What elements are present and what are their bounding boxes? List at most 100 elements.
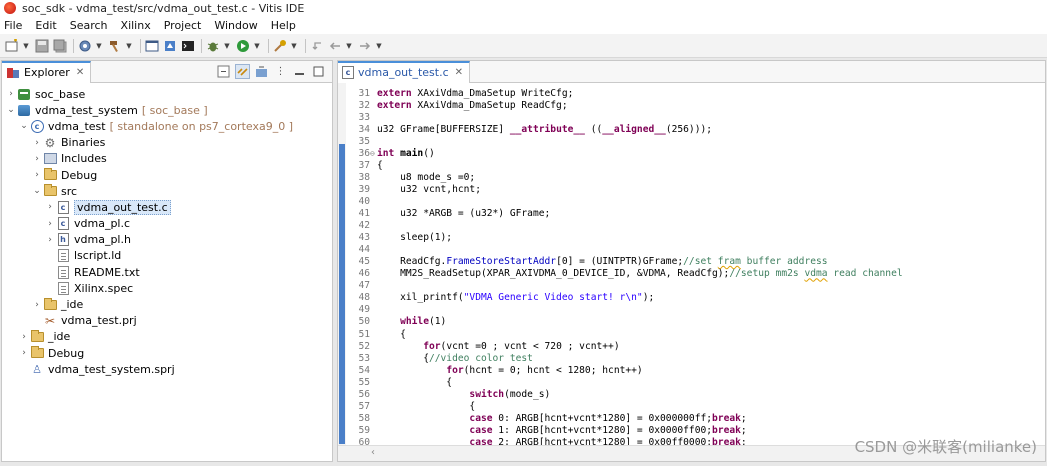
tree-node[interactable]: ♙ vdma_test_system.sprj <box>2 361 332 377</box>
collapsed-chevron-icon[interactable]: › <box>18 348 30 358</box>
external-tools-dropdown-icon[interactable]: ▼ <box>290 42 298 50</box>
line-number: 55 <box>358 376 370 388</box>
code-token: ; <box>740 424 747 436</box>
code-line: 34 u32 GFrame[BUFFERSIZE] __attribute__ (… <box>346 123 712 135</box>
tree-node[interactable]: lscript.ld <box>2 248 332 264</box>
back-arrow-icon[interactable] <box>327 38 343 54</box>
tree-node[interactable]: README.txt <box>2 264 332 280</box>
collapsed-chevron-icon[interactable]: › <box>44 219 56 229</box>
menu-window[interactable]: Window <box>214 19 257 32</box>
code-line: 55 { <box>346 376 452 388</box>
program-device-icon[interactable] <box>162 38 178 54</box>
code-token: xil_printf( <box>377 292 464 304</box>
tree-node[interactable]: › Debug <box>2 167 332 183</box>
expanded-chevron-icon[interactable]: ⌄ <box>18 121 30 131</box>
last-edit-icon[interactable] <box>309 38 325 54</box>
code-line: 47 <box>346 280 377 292</box>
tree-node[interactable]: ⌄ c vdma_test[ standalone on ps7_cortexa9_… <box>2 118 332 134</box>
close-icon[interactable]: ✕ <box>455 67 463 78</box>
code-token: "VDMA Generic Video start! r\n" <box>463 292 643 304</box>
tree-node[interactable]: › _ide <box>2 329 332 345</box>
forward-dropdown-icon[interactable]: ▼ <box>375 42 383 50</box>
collapsed-chevron-icon[interactable]: › <box>18 332 30 342</box>
save-icon[interactable] <box>34 38 50 54</box>
collapsed-chevron-icon[interactable]: › <box>44 235 56 245</box>
fold-toggle-icon[interactable]: ⊖ <box>370 149 377 158</box>
file-icon <box>56 281 70 295</box>
scroll-left-icon[interactable]: ‹ <box>371 447 375 458</box>
code-token: extern <box>377 87 412 99</box>
link-with-editor-icon[interactable] <box>235 64 250 79</box>
tree-node[interactable]: › Debug <box>2 345 332 361</box>
tree-node[interactable]: › _ide <box>2 296 332 312</box>
menu-xilinx[interactable]: Xilinx <box>121 19 151 32</box>
menu-edit[interactable]: Edit <box>35 19 56 32</box>
tree-node[interactable]: ⌄ vdma_test_system[ soc_base ] <box>2 102 332 118</box>
system-project-icon <box>17 104 31 117</box>
close-icon[interactable]: ✕ <box>76 67 84 78</box>
tree-node[interactable]: Xilinx.spec <box>2 280 332 296</box>
tree-node-label: soc_base <box>35 87 86 101</box>
tree-node-label: lscript.ld <box>74 249 122 263</box>
new-icon[interactable] <box>4 38 20 54</box>
collapsed-chevron-icon[interactable]: › <box>44 202 56 212</box>
project-tree: › soc_base ⌄ vdma_test_system[ soc_base ] ⌄ c… <box>2 83 332 377</box>
build-dropdown-icon[interactable]: ▼ <box>125 42 133 50</box>
maximize-icon[interactable] <box>311 64 326 79</box>
collapsed-chevron-icon[interactable]: › <box>31 300 43 310</box>
collapsed-chevron-icon[interactable]: › <box>5 89 17 99</box>
code-token: 1: ARGB[hcnt+vcnt*1280] = 0x0000ff00; <box>492 424 713 436</box>
expanded-chevron-icon[interactable]: ⌄ <box>5 105 17 115</box>
explorer-icon <box>6 67 20 79</box>
new-dropdown-icon[interactable]: ▼ <box>22 42 30 50</box>
build-config-dropdown-icon[interactable]: ▼ <box>95 42 103 50</box>
debug-bug-icon[interactable] <box>205 38 221 54</box>
code-line: 45 ReadCfg. FrameStoreStartAddr [0] = (UIN… <box>346 256 827 268</box>
line-number: 40 <box>358 195 370 207</box>
code-line: 36 ⊖ int main() <box>346 147 434 159</box>
minimize-icon[interactable] <box>292 64 307 79</box>
tree-node[interactable]: › h vdma_pl.h <box>2 232 332 248</box>
explorer-tab[interactable]: Explorer ✕ <box>2 60 92 83</box>
forward-arrow-icon[interactable] <box>357 38 373 54</box>
tree-node[interactable]: ✂ vdma_test.prj <box>2 313 332 329</box>
menu-help[interactable]: Help <box>271 19 296 32</box>
menu-search[interactable]: Search <box>70 19 108 32</box>
build-config-icon[interactable] <box>77 38 93 54</box>
explorer-tab-bar: Explorer ✕ ⋮ <box>2 60 332 83</box>
collapsed-chevron-icon[interactable]: › <box>31 138 43 148</box>
build-hammer-icon[interactable] <box>107 38 123 54</box>
collapse-all-icon[interactable] <box>216 64 231 79</box>
filter-icon[interactable] <box>254 64 269 79</box>
tree-node[interactable]: › c vdma_pl.c <box>2 216 332 232</box>
tree-node[interactable]: › ⚙ Binaries <box>2 135 332 151</box>
tree-node-label: README.txt <box>74 265 140 279</box>
tree-node-label: vdma_out_test.c <box>74 199 171 215</box>
run-dropdown-icon[interactable]: ▼ <box>253 42 261 50</box>
back-dropdown-icon[interactable]: ▼ <box>345 42 353 50</box>
line-number: 37 <box>358 159 370 171</box>
terminal-view-icon[interactable] <box>144 38 160 54</box>
view-menu-icon[interactable]: ⋮ <box>273 64 288 79</box>
code-token: FrameStoreStartAddr <box>446 256 557 268</box>
tree-node[interactable]: › c vdma_out_test.c <box>2 199 332 215</box>
console-icon[interactable] <box>180 38 196 54</box>
code-line: 53 {//video color test <box>346 352 533 364</box>
expanded-chevron-icon[interactable]: ⌄ <box>31 186 43 196</box>
code-text-area[interactable]: 31 extern XAxiVdma_DmaSetup WriteCfg; 32 ex… <box>338 83 1045 445</box>
run-icon[interactable] <box>235 38 251 54</box>
collapsed-chevron-icon[interactable]: › <box>31 154 43 164</box>
menu-project[interactable]: Project <box>164 19 202 32</box>
tree-node-label: Debug <box>61 168 98 182</box>
editor-tab-vdma-out-test[interactable]: c vdma_out_test.c ✕ <box>338 60 471 83</box>
external-tools-icon[interactable] <box>272 38 288 54</box>
tree-node[interactable]: › Includes <box>2 151 332 167</box>
tree-node[interactable]: › soc_base <box>2 86 332 102</box>
save-all-icon[interactable] <box>52 38 68 54</box>
menu-file[interactable]: File <box>4 19 22 32</box>
tree-node[interactable]: ⌄ src <box>2 183 332 199</box>
collapsed-chevron-icon[interactable]: › <box>31 170 43 180</box>
vitis-app-icon <box>4 2 16 14</box>
debug-dropdown-icon[interactable]: ▼ <box>223 42 231 50</box>
code-token: 2: ARGB[hcnt+vcnt*1280] = 0x00ff0000; <box>492 436 713 445</box>
